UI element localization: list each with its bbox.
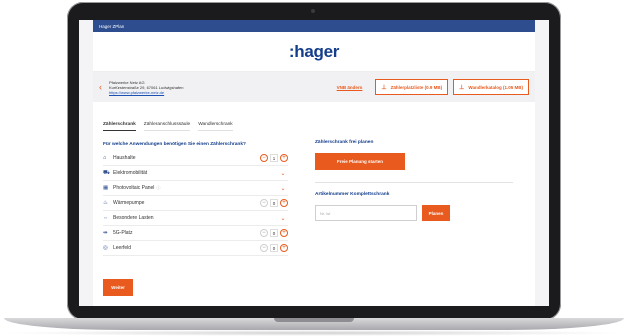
weiter-button[interactable]: Weiter xyxy=(103,279,133,296)
hager-logo[interactable]: :hager xyxy=(289,42,339,62)
info-icon[interactable]: ⓘ xyxy=(156,185,160,190)
laptop-notch xyxy=(274,318,354,322)
application-label: 5G-Platz xyxy=(113,230,133,236)
applications-list: ⌂ Haushalte − 1 + ⛟ Elektromobilität ⌄ ▦… xyxy=(103,151,288,256)
application-label-wrap: Photovoltaic Panel ⓘ xyxy=(113,185,278,191)
quantity-stepper: − 1 + xyxy=(260,154,288,162)
tab-zaehleranschlusssaeule[interactable]: Zähleranschlusssäule xyxy=(143,122,191,131)
top-bar-title: Hager ZPlan xyxy=(99,23,125,29)
increment-button[interactable]: + xyxy=(280,154,288,162)
logo-row: :hager xyxy=(93,32,535,72)
start-free-planning-button[interactable]: Freie Planung starten xyxy=(315,153,405,170)
laptop-mockup: Hager ZPlan :hager ‹ Pfalzwerke Netz AG … xyxy=(0,0,628,336)
quantity-value[interactable]: 1 xyxy=(270,154,278,162)
laptop-shadow xyxy=(0,330,628,336)
free-plan-title: Zählerschrank frei planen xyxy=(315,140,374,145)
car-icon: ⛟ xyxy=(103,169,110,176)
increment-button[interactable]: + xyxy=(280,244,288,252)
solar-panel-icon: ▦ xyxy=(103,185,109,191)
application-label: Wärmepumpe xyxy=(113,200,145,206)
laptop-lid: Hager ZPlan :hager ‹ Pfalzwerke Netz AG … xyxy=(67,2,561,320)
quantity-stepper: − 0 + xyxy=(260,244,288,252)
application-label: Leerfeld xyxy=(113,245,132,251)
list-item-5g-platz: ⇹ 5G-Platz − 0 + xyxy=(103,226,288,241)
provider-bar: ‹ Pfalzwerke Netz AG Kurfürstenstraße 29… xyxy=(93,72,535,102)
house-icon: ⌂ xyxy=(103,155,107,161)
applications-question: Für welche Anwendungen benötigen Sie ein… xyxy=(103,142,246,147)
change-vnb-link[interactable]: VNB ändern xyxy=(337,85,363,90)
tab-zaehlerschrank[interactable]: Zählerschrank xyxy=(103,122,136,131)
article-number-input[interactable]: Nr. ist xyxy=(315,205,417,221)
empty-field-icon: ◎ xyxy=(103,245,108,251)
top-bar: Hager ZPlan xyxy=(93,20,535,32)
application-label: Elektromobilität xyxy=(113,170,148,176)
laptop-base xyxy=(4,318,624,330)
decrement-button[interactable]: − xyxy=(260,154,268,162)
chevron-down-icon[interactable]: ⌄ xyxy=(278,170,288,177)
tab-wandlerschrank[interactable]: Wandlerschrank xyxy=(198,122,233,131)
list-item-photovoltaic[interactable]: ▦ Photovoltaic Panel ⓘ ⌄ xyxy=(103,181,288,196)
application-label: Haushalte xyxy=(113,155,136,161)
provider-address: Pfalzwerke Netz AG Kurfürstenstraße 29, … xyxy=(109,80,337,95)
article-number-row: Nr. ist Planen xyxy=(315,205,515,221)
right-panel: Zählerschrank frei planen Freie Planung … xyxy=(315,140,515,221)
download-icon: ⊥ xyxy=(381,84,387,91)
laptop-screen: Hager ZPlan :hager ‹ Pfalzwerke Netz AG … xyxy=(79,20,549,306)
camera-dot xyxy=(311,9,315,13)
list-item-haushalte: ⌂ Haushalte − 1 + xyxy=(103,151,288,166)
divider xyxy=(315,182,513,183)
catalog-label: Wandlerkatalog (1.05 MB) xyxy=(468,84,523,90)
datasheet-label: Zählerplatzliste (0.9 MB) xyxy=(390,84,443,90)
increment-button[interactable]: + xyxy=(280,199,288,207)
quantity-stepper: − 0 + xyxy=(260,199,288,207)
decrement-button[interactable]: − xyxy=(260,244,268,252)
load-icon: ⇔ xyxy=(103,215,109,221)
app-page: Hager ZPlan :hager ‹ Pfalzwerke Netz AG … xyxy=(93,20,535,306)
catalog-download-button[interactable]: ⊥ Wandlerkatalog (1.05 MB) xyxy=(453,79,529,95)
increment-button[interactable]: + xyxy=(280,229,288,237)
antenna-icon: ⇹ xyxy=(103,230,108,236)
download-icon: ⊥ xyxy=(459,84,465,91)
datasheet-download-button[interactable]: ⊥ Zählerplatzliste (0.9 MB) xyxy=(375,79,449,95)
article-number-title: Artikelnummer Komplettschrank xyxy=(315,192,390,197)
quantity-value[interactable]: 0 xyxy=(270,229,278,237)
list-item-leerfeld: ◎ Leerfeld − 0 + xyxy=(103,241,288,256)
chevron-down-icon[interactable]: ⌄ xyxy=(278,185,288,192)
decrement-button[interactable]: − xyxy=(260,229,268,237)
decrement-button[interactable]: − xyxy=(260,199,268,207)
heat-pump-icon: ♨ xyxy=(103,200,108,206)
quantity-value[interactable]: 0 xyxy=(270,199,278,207)
list-item-elektromobilitaet[interactable]: ⛟ Elektromobilität ⌄ xyxy=(103,166,288,181)
quantity-stepper: − 0 + xyxy=(260,229,288,237)
application-label: Besondere Lasten xyxy=(113,215,154,221)
quantity-value[interactable]: 0 xyxy=(270,244,278,252)
planen-button[interactable]: Planen xyxy=(422,205,450,221)
list-item-besondere-lasten[interactable]: ⇔ Besondere Lasten ⌄ xyxy=(103,211,288,226)
list-item-waermepumpe: ♨ Wärmepumpe − 0 + xyxy=(103,196,288,211)
chevron-down-icon[interactable]: ⌄ xyxy=(278,215,288,222)
cabinet-tabs: Zählerschrank Zähleranschlusssäule Wandl… xyxy=(103,122,241,131)
back-chevron-icon[interactable]: ‹ xyxy=(99,82,109,92)
provider-url[interactable]: https://www.pfalzwerke-netz.de xyxy=(109,90,337,95)
application-label: Photovoltaic Panel xyxy=(113,185,155,191)
